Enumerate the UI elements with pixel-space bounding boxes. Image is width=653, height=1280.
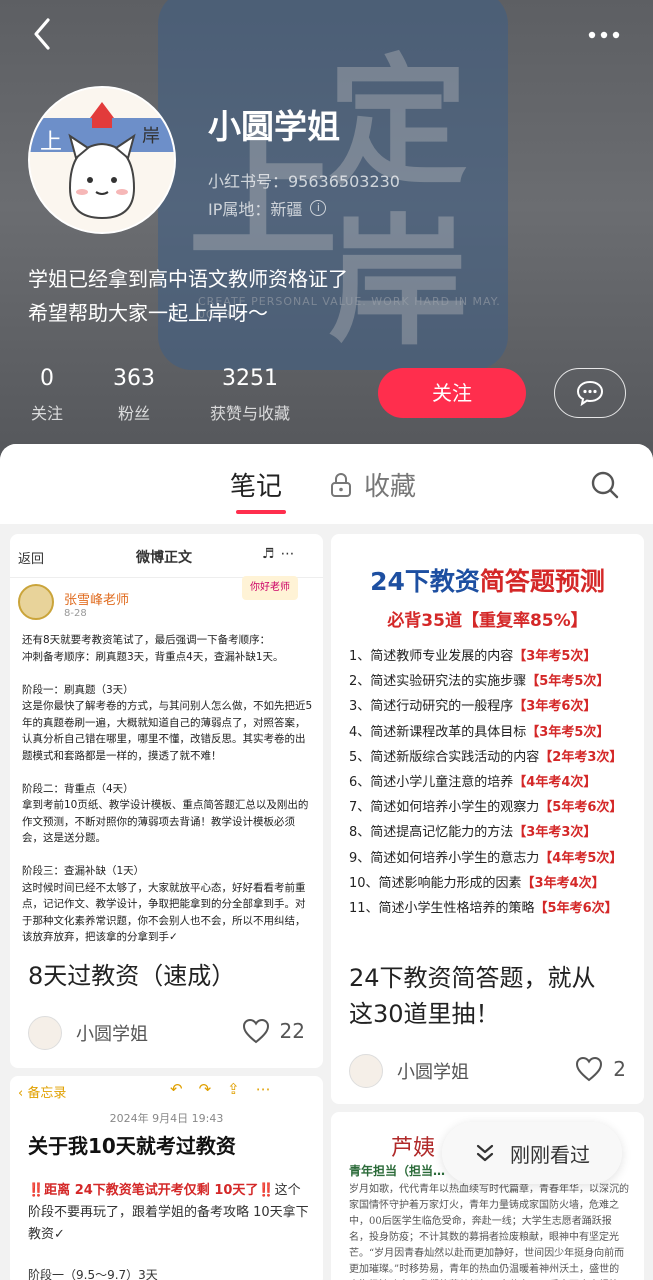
note-card[interactable]: 返回 微博正文 ♬⋯ 张雪峰老师 8-28 你好老师 还有8天就要考教资笔试了，… [10,534,323,1068]
tab-bar: 笔记 收藏 [0,444,653,524]
stat-likes-and-collects[interactable]: 3251 获赞与收藏 [198,366,302,424]
essay-heading: 芦姨 [391,1136,436,1161]
bio-line: 希望帮助大家一起上岸呀～ [28,301,268,325]
weibo-title: 微博正文 [136,550,192,566]
poster-heading-blue: 24下教资 [370,567,480,596]
author-name: 小圆学姐 [397,1062,469,1083]
list-item: 9、简述如何培养小学生的意志力【4年考5次】 [349,850,623,866]
weibo-post-text: 还有8天就要考教资笔试了，最后强调一下备考顺序： 冲刺备考顺序：刷真题3天，背重… [22,634,313,943]
avatar[interactable]: 上 岸 [28,86,176,234]
poster-subheading: 必背35道【重复率85%】 [387,611,588,631]
memo-date: 2024年 9月4日 19:43 [109,1112,224,1125]
avatar-text-left: 上 [40,130,63,155]
list-item: 7、简述如何培养小学生的观察力【5年考6次】 [349,800,623,816]
search-button[interactable] [590,470,620,504]
weibo-screenshot-header: 返回 微博正文 ♬⋯ [10,534,323,578]
double-chevron-down-icon [476,1144,494,1162]
note-card[interactable]: 24下教资简答题预测 必背35道【重复率85%】 1、简述教师专业发展的内容【3… [331,534,644,1104]
list-item: 11、简述小学生性格培养的策略【5年考6次】 [349,900,618,916]
essay-subheading: 青年担当（担当… [349,1164,446,1178]
bio-line: 学姐已经拿到高中语文教师资格证了 [28,267,348,291]
note-title-line: 24下教资简答题，就从 [349,964,596,992]
author-avatar [28,1016,62,1050]
like-button[interactable]: 2 [575,1056,626,1082]
ip-location-text: IP属地：新疆 [208,200,303,219]
note-title: 24下教资简答题，就从 这30道里抽！ [349,960,596,1032]
stat-value: 3251 [222,366,278,391]
stat-followers[interactable]: 363 粉丝 [106,366,162,424]
heart-icon [242,1018,269,1044]
list-item: 4、简述新课程改革的具体目标【3年考5次】 [349,724,610,740]
poster-heading: 24下教资简答题预测 [331,562,644,598]
recently-viewed-button[interactable]: 刚刚看过 [442,1122,622,1184]
note-title-line: 这30道里抽！ [349,1000,500,1028]
avatar-text-right: 岸 [142,126,160,147]
chat-bubble-icon [576,380,604,406]
weibo-user-name: 张雪峰老师 [64,593,130,608]
list-item: 5、简述新版综合实践活动的内容【2年考3次】 [349,749,623,765]
chevron-left-icon [34,18,50,50]
list-item: 8、简述提高记忆能力的方法【3年考3次】 [349,825,597,841]
memo-back-label: ‹ 备忘录 [18,1086,67,1101]
author-name: 小圆学姐 [76,1024,148,1045]
cat-avatar-icon [30,88,174,232]
message-button[interactable] [554,368,626,418]
stat-label: 获赞与收藏 [209,404,290,423]
stat-label: 粉丝 [117,404,150,423]
search-icon [591,471,619,499]
stat-following[interactable]: 0 关注 [22,366,72,424]
note-author[interactable]: 小圆学姐 [349,1054,469,1088]
stat-value: 363 [113,366,155,391]
tab-favorites[interactable]: 收藏 [330,466,416,503]
follow-button[interactable]: 关注 [378,368,526,418]
more-options-button[interactable] [586,20,626,50]
tab-favorites-label: 收藏 [364,472,417,502]
profile-header: 上 定 岸 CREATE PERSONAL VALUE. WORK HARD I… [0,0,653,460]
poster-question-list: 1、简述教师专业发展的内容【3年考5次】 2、简述实验研究法的实施步骤【5年考5… [349,644,644,921]
memo-body: ‼️距离 24下教资笔试开考仅剩 10天了‼️这个阶段不要再玩了，跟着学姐的备考… [28,1180,310,1246]
tab-notes[interactable]: 笔记 [230,466,282,503]
weibo-header-icons: ♬⋯ [262,546,301,562]
heart-icon [576,1056,603,1082]
list-item: 6、简述小学儿童注意的培养【4年考4次】 [349,774,597,790]
recently-viewed-label: 刚刚看过 [510,1142,590,1167]
xhs-id[interactable]: 小红书号：95636503230 [208,168,400,192]
info-icon[interactable]: i [310,200,327,216]
ip-location[interactable]: IP属地：新疆 i [208,196,327,220]
memo-title: 关于我10天就考过教资 [28,1134,236,1158]
back-button[interactable] [28,14,58,54]
list-item: 3、简述行动研究的一般程序【3年考6次】 [349,699,597,715]
like-count: 2 [613,1057,626,1081]
note-card[interactable]: ‹ 备忘录 ↶↷⇪⋯ 2024年 9月4日 19:43 关于我10天就考过教资 … [10,1076,323,1280]
list-item: 1、简述教师专业发展的内容【3年考5次】 [349,649,597,664]
author-avatar [349,1054,383,1088]
memo-toolbar: ‹ 备忘录 ↶↷⇪⋯ [10,1076,323,1106]
note-author[interactable]: 小圆学姐 [28,1016,148,1050]
nickname: 小圆学姐 [208,107,340,146]
memo-stage-line: 阶段一（9.5～9.7）3天 [28,1268,158,1280]
memo-warning: ‼️距离 24下教资笔试开考仅剩 10天了‼️ [28,1183,275,1198]
weibo-badge: 你好老师 [242,576,298,600]
poster-heading-red: 简答题预测 [479,567,605,596]
list-item: 10、简述影响能力形成的因素【3年考4次】 [349,875,605,891]
active-tab-indicator [236,510,286,514]
weibo-user-avatar [18,584,54,620]
stat-label: 关注 [30,404,63,423]
essay-body: 岁月如歌，代代青年以热血续写时代篇章，青春年华，以深沉的家国情怀守护着万家灯火，… [349,1184,629,1275]
bio: 学姐已经拿到高中语文教师资格证了 希望帮助大家一起上岸呀～ [28,262,548,330]
lock-icon [331,472,351,497]
memo-toolbar-icons: ↶↷⇪⋯ [170,1080,287,1098]
more-dots-icon [588,31,620,39]
list-item: 2、简述实验研究法的实施步骤【5年考5次】 [349,674,610,690]
weibo-date: 8-28 [64,608,87,619]
weibo-back-label: 返回 [18,552,45,567]
like-button[interactable]: 22 [242,1018,305,1044]
like-count: 22 [279,1019,305,1043]
note-title: 8天过教资（速成） [28,962,236,990]
stat-value: 0 [40,366,54,391]
